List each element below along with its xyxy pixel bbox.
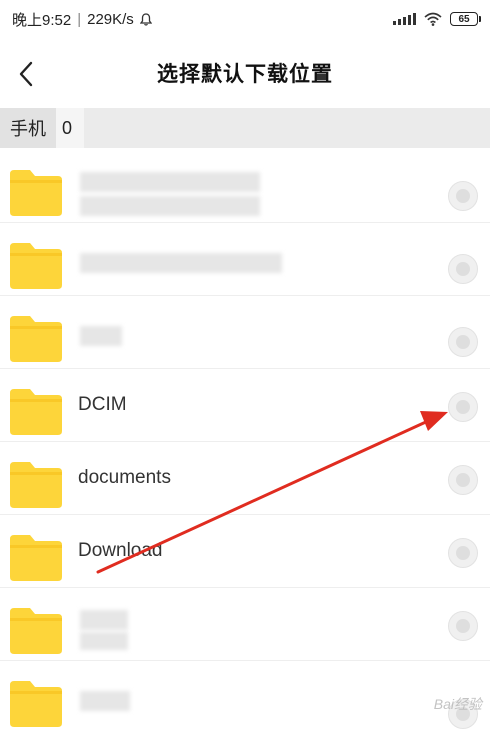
folder-name: Download [78,540,163,561]
folder-row[interactable]: DCIM [0,369,490,442]
watermark: Bai经验 [433,696,482,712]
redacted-folder-name [80,610,128,630]
network-speed: 229K/s [87,10,134,28]
folder-icon [10,535,62,581]
header: 选择默认下载位置 [0,42,490,104]
redacted-folder-name [80,172,260,192]
folder-icon [10,608,62,654]
battery-icon: 65 [450,12,481,26]
status-time: 晚上9:52 [12,11,72,29]
folder-row[interactable] [0,223,490,296]
bell-icon [139,12,152,26]
radio-dot [456,546,470,560]
redacted-folder-name [80,253,282,273]
folder-icon [10,681,62,727]
folder-icon [10,389,62,435]
redacted-folder-name [80,632,128,650]
signal-icon [393,13,416,25]
breadcrumb-root[interactable]: 手机 [0,108,56,148]
breadcrumb-count[interactable]: 0 [56,108,85,148]
folder-name: documents [78,467,171,488]
radio-button[interactable] [448,465,478,495]
chevron-left-icon [19,61,33,87]
radio-dot [456,619,470,633]
status-left: 晚上9:52 | 229K/s [12,9,152,30]
folder-icon [10,316,62,362]
radio-button[interactable] [448,327,478,357]
breadcrumb: 手机 0 [0,108,490,148]
redacted-folder-name [80,196,260,216]
folder-row[interactable] [0,150,490,223]
folder-row[interactable]: Download [0,515,490,588]
page-title: 选择默认下载位置 [157,63,333,86]
back-button[interactable] [6,54,46,94]
radio-button[interactable] [448,181,478,211]
radio-button[interactable] [448,254,478,284]
redacted-folder-name [80,691,130,711]
wifi-icon [424,12,442,26]
folder-list: DCIM documents Download [0,150,490,734]
folder-row[interactable] [0,661,490,734]
folder-icon [10,462,62,508]
radio-dot [456,400,470,414]
status-right: 65 [393,12,481,26]
radio-dot [456,473,470,487]
status-bar: 晚上9:52 | 229K/s 65 [0,0,490,38]
folder-name: DCIM [78,394,127,415]
folder-row[interactable] [0,296,490,369]
folder-row[interactable] [0,588,490,661]
status-separator: | [77,10,82,28]
radio-dot [456,262,470,276]
radio-button[interactable] [448,392,478,422]
radio-button[interactable] [448,611,478,641]
folder-icon [10,243,62,289]
radio-dot [456,335,470,349]
radio-button[interactable] [448,538,478,568]
folder-row[interactable]: documents [0,442,490,515]
redacted-folder-name [80,326,122,346]
radio-dot [456,189,470,203]
folder-icon [10,170,62,216]
